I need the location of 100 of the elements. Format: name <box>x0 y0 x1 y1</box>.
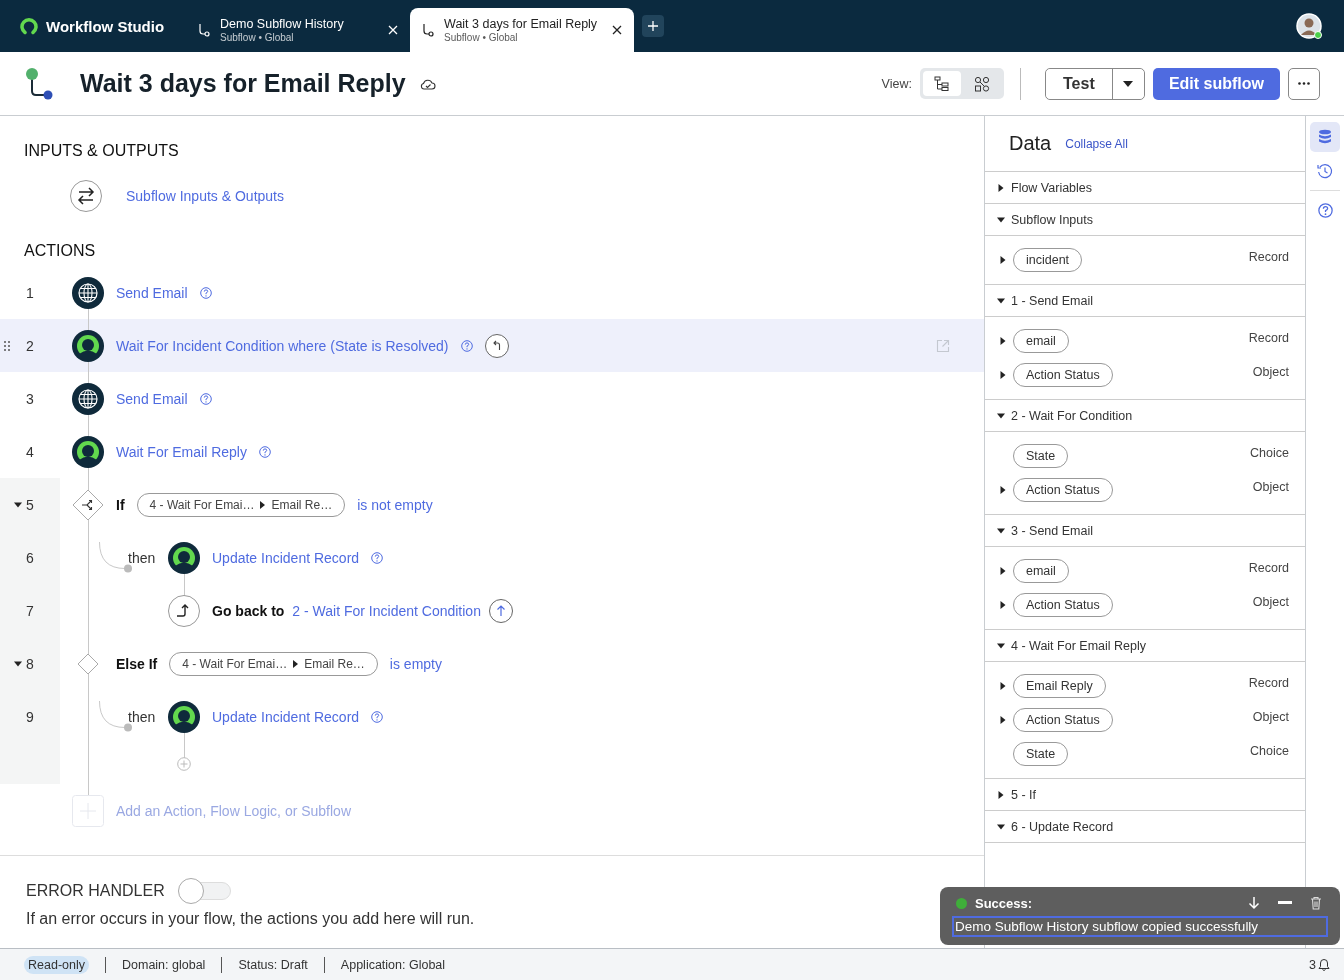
go-back-icon <box>168 594 200 627</box>
globe-icon <box>72 382 104 415</box>
caret-down-icon[interactable] <box>997 822 1005 831</box>
caret-right-icon[interactable] <box>999 371 1007 379</box>
more-button[interactable] <box>1288 67 1320 100</box>
new-tab-button[interactable] <box>642 15 665 37</box>
step-number: 8 <box>26 655 34 672</box>
trash-icon[interactable] <box>1310 896 1322 910</box>
condition-link[interactable]: is not empty <box>357 496 433 513</box>
section-header[interactable]: 5 - If <box>985 779 1305 811</box>
section-header[interactable]: Flow Variables <box>985 172 1305 204</box>
data-type: Choice <box>1250 446 1289 460</box>
database-icon <box>1318 129 1332 145</box>
action-link[interactable]: Send Email <box>116 390 188 407</box>
caret-down-icon[interactable] <box>997 296 1005 305</box>
swap-arrows-icon <box>70 180 102 212</box>
data-type: Object <box>1252 595 1289 609</box>
tree-view-toggle[interactable] <box>922 71 961 96</box>
help-icon[interactable] <box>460 339 473 352</box>
arrow-up-icon[interactable] <box>488 598 513 623</box>
section-header[interactable]: 4 - Wait For Email Reply <box>985 630 1305 662</box>
caret-down-icon[interactable] <box>14 500 22 509</box>
section-header[interactable]: 2 - Wait For Condition <box>985 400 1305 432</box>
data-type: Record <box>1248 250 1289 264</box>
panel-title: Data <box>1009 132 1052 155</box>
action-link[interactable]: Send Email <box>116 284 188 301</box>
section-header[interactable]: 3 - Send Email <box>985 515 1305 547</box>
help-icon <box>1317 202 1333 218</box>
caret-right-icon[interactable] <box>999 337 1007 345</box>
data-panel-button[interactable] <box>1310 122 1340 152</box>
then-label: then <box>128 708 156 725</box>
undo-icon[interactable] <box>484 333 509 358</box>
tab[interactable]: Wait 3 days for Email Reply Subflow • Global <box>410 8 635 52</box>
status-text: Domain: global <box>122 957 206 972</box>
data-type: Record <box>1248 676 1289 690</box>
bell-icon[interactable] <box>1318 958 1330 971</box>
caret-right-icon[interactable] <box>999 601 1007 609</box>
caret-down-icon[interactable] <box>14 659 22 668</box>
caret-right-icon[interactable] <box>999 716 1007 724</box>
step-number: 1 <box>26 284 34 301</box>
data-type: Record <box>1248 561 1289 575</box>
condition-link[interactable]: is empty <box>389 655 442 672</box>
help-icon[interactable] <box>371 710 384 723</box>
avatar-icon[interactable] <box>1296 13 1322 39</box>
go-back-link[interactable]: 2 - Wait For Incident Condition <box>292 602 481 619</box>
help-icon[interactable] <box>199 392 212 405</box>
collapse-all-link[interactable]: Collapse All <box>1065 136 1128 151</box>
caret-right-icon[interactable] <box>997 183 1005 192</box>
ring-icon <box>168 541 200 574</box>
caret-right-icon[interactable] <box>999 256 1007 264</box>
caret-right-icon <box>260 500 266 509</box>
toast-title: Success: <box>975 895 1034 911</box>
diamond-icon <box>77 652 99 675</box>
action-link[interactable]: Wait For Email Reply <box>116 443 247 460</box>
data-type: Object <box>1252 710 1289 724</box>
help-icon[interactable] <box>199 286 212 299</box>
caret-down-icon[interactable] <box>997 411 1005 420</box>
section-header[interactable]: 1 - Send Email <box>985 285 1305 317</box>
step-number: 2 <box>26 337 34 354</box>
action-link[interactable]: Wait For Incident Condition where (State is Resolved) <box>116 337 449 354</box>
caret-down-icon[interactable] <box>997 526 1005 535</box>
then-label: then <box>128 549 156 566</box>
tab[interactable]: Demo Subflow History Subflow • Global <box>186 8 411 52</box>
logo-icon <box>20 17 38 35</box>
caret-down-icon[interactable] <box>997 215 1005 224</box>
caret-down-icon[interactable] <box>997 641 1005 650</box>
subflow-icon <box>422 23 435 37</box>
drag-handle-icon[interactable] <box>4 340 10 351</box>
help-icon[interactable] <box>258 445 271 458</box>
close-icon[interactable] <box>612 25 623 35</box>
caret-right-icon[interactable] <box>999 486 1007 494</box>
step-number: 7 <box>26 602 34 619</box>
minimize-icon[interactable] <box>1278 901 1292 905</box>
action-link[interactable]: Update Incident Record <box>212 549 360 566</box>
flow-icon <box>24 66 54 101</box>
inputs-outputs-link[interactable]: Subflow Inputs & Outputs <box>126 188 284 204</box>
step-number: 6 <box>26 549 34 566</box>
tree-view-icon <box>933 75 950 92</box>
download-icon[interactable] <box>1248 896 1260 910</box>
page-title: Wait 3 days for Email Reply <box>80 69 406 98</box>
ring-icon <box>72 435 104 468</box>
subflow-icon <box>198 23 211 37</box>
globe-icon <box>72 276 104 309</box>
dropdown-button[interactable] <box>1111 68 1144 99</box>
caret-right-icon[interactable] <box>997 790 1005 799</box>
step-number: 3 <box>26 390 34 407</box>
step-number: 9 <box>26 708 34 725</box>
action-link[interactable]: Update Incident Record <box>212 708 360 725</box>
success-dot <box>956 897 967 909</box>
read-only-badge: Read-only <box>24 955 89 974</box>
history-icon <box>1317 163 1333 179</box>
plus-icon <box>648 21 659 31</box>
status-text: Application: Global <box>340 957 446 972</box>
notification-count: 3 <box>1309 957 1316 972</box>
section-header[interactable]: 6 - Update Record <box>985 811 1305 843</box>
section-header[interactable]: Subflow Inputs <box>985 204 1305 236</box>
edit-subflow-button[interactable]: Edit subflow <box>1152 67 1280 100</box>
caret-right-icon[interactable] <box>999 682 1007 690</box>
help-icon[interactable] <box>371 551 384 564</box>
caret-right-icon[interactable] <box>999 567 1007 575</box>
